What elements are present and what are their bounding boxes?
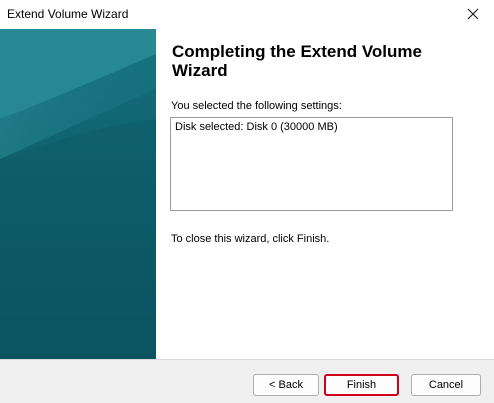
settings-line: Disk selected: Disk 0 (30000 MB) bbox=[175, 121, 338, 133]
page-title: Completing the Extend Volume Wizard bbox=[172, 42, 422, 80]
close-hint-text: To close this wizard, click Finish. bbox=[171, 233, 330, 245]
window-title: Extend Volume Wizard bbox=[7, 7, 129, 21]
close-icon bbox=[467, 8, 479, 20]
title-bar: Extend Volume Wizard bbox=[0, 0, 494, 28]
sidebar-graphic bbox=[0, 29, 156, 359]
back-button[interactable]: < Back bbox=[253, 374, 319, 396]
wizard-content: Completing the Extend Volume Wizard You … bbox=[156, 29, 494, 359]
settings-summary-box[interactable]: Disk selected: Disk 0 (30000 MB) bbox=[170, 117, 453, 211]
button-bar: < Back Finish Cancel bbox=[0, 360, 494, 403]
close-button[interactable] bbox=[460, 2, 486, 26]
wizard-window: Extend Volume Wizard Completing the Exte… bbox=[0, 0, 494, 403]
cancel-button[interactable]: Cancel bbox=[411, 374, 481, 396]
wizard-sidebar-banner bbox=[0, 29, 156, 359]
finish-button[interactable]: Finish bbox=[324, 374, 399, 396]
settings-label: You selected the following settings: bbox=[171, 100, 342, 112]
